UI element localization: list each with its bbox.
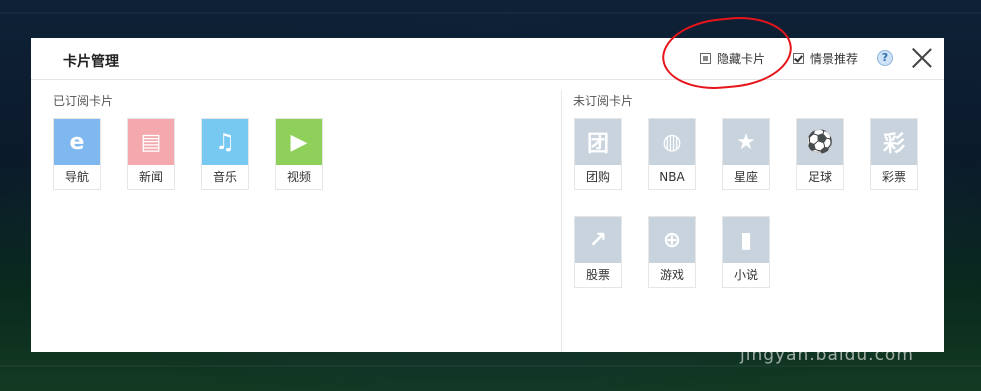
card-music-note[interactable]: ♫ 音乐 (201, 118, 249, 190)
lottery-icon: 彩 (871, 119, 917, 165)
help-icon[interactable]: ? (877, 50, 893, 66)
card-label: 星座 (733, 170, 758, 184)
video-play-icon: ▶ (276, 119, 322, 165)
unsubscribed-section-title: 未订阅卡片 (573, 94, 634, 108)
card-label: 小说 (733, 268, 758, 282)
dialog-header: 卡片管理 隐藏卡片 情景推荐 ? (31, 38, 944, 80)
dialog-title: 卡片管理 (63, 54, 119, 70)
baidu-jingyan-watermark: Bai经验 (752, 298, 886, 338)
book-icon: ▮ (723, 217, 769, 263)
group-buy-icon: 团 (575, 119, 621, 165)
card-label: 团购 (585, 170, 610, 184)
card-book[interactable]: ▮ 小说 (722, 216, 770, 288)
star-icon: ★ (723, 119, 769, 165)
basketball-icon: ◍ (649, 119, 695, 165)
card-gamepad[interactable]: ⊕ 游戏 (648, 216, 696, 288)
card-label: 股票 (585, 268, 610, 282)
stock-chart-icon: ↗ (575, 217, 621, 263)
close-icon[interactable] (911, 47, 933, 69)
newspaper-icon: ▤ (128, 119, 174, 165)
subscribed-section-title: 已订阅卡片 (53, 94, 114, 108)
scene-recommend-label: 情景推荐 (810, 51, 859, 66)
card-label: NBA (659, 170, 685, 184)
card-label: 游戏 (659, 268, 684, 282)
music-note-icon: ♫ (202, 119, 248, 165)
soccer-ball-icon: ⚽ (797, 119, 843, 165)
card-soccer-ball[interactable]: ⚽ 足球 (796, 118, 844, 190)
card-label: 彩票 (881, 170, 906, 184)
card-label: 导航 (64, 170, 89, 184)
gamepad-icon: ⊕ (649, 217, 695, 263)
card-group-buy[interactable]: 团团购 (574, 118, 622, 190)
ie-browser-icon: e (54, 119, 100, 165)
card-basketball[interactable]: ◍ NBA (648, 118, 696, 190)
card-stock-chart[interactable]: ↗ 股票 (574, 216, 622, 288)
card-label: 视频 (286, 170, 311, 184)
card-ie-browser[interactable]: e 导航 (53, 118, 101, 190)
card-label: 足球 (807, 170, 832, 184)
watermark-url: jingyan.baidu.com (740, 345, 914, 365)
card-newspaper[interactable]: ▤ 新闻 (127, 118, 175, 190)
card-label: 音乐 (212, 170, 237, 184)
card-star[interactable]: ★ 星座 (722, 118, 770, 190)
section-divider (561, 90, 562, 352)
card-video-play[interactable]: ▶ 视频 (275, 118, 323, 190)
checkbox-checked-icon (793, 52, 804, 64)
card-lottery[interactable]: 彩彩票 (870, 118, 918, 190)
scene-recommend-checkbox[interactable]: 情景推荐 (793, 50, 858, 66)
card-label: 新闻 (138, 170, 163, 184)
